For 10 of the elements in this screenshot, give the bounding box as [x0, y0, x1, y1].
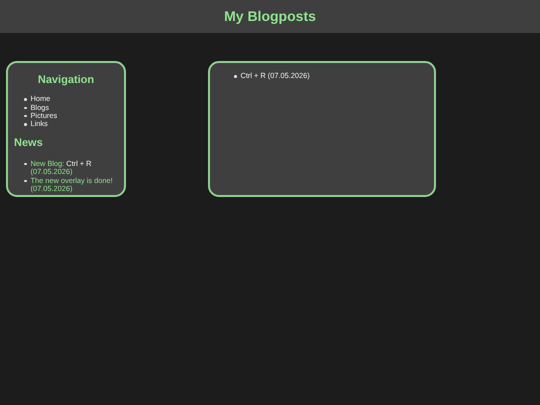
bullet-icon: [24, 162, 26, 166]
bullet-icon: [24, 114, 26, 118]
page-title: My Blogposts: [224, 8, 316, 25]
navigation-heading: Navigation: [36, 74, 96, 88]
bullet-icon: [24, 180, 26, 182]
news-heading: News: [14, 136, 44, 150]
bullet-icon: [234, 75, 236, 78]
bullet-icon: [24, 98, 26, 101]
bullet-icon: [24, 123, 26, 126]
bullet-icon: [24, 106, 26, 110]
